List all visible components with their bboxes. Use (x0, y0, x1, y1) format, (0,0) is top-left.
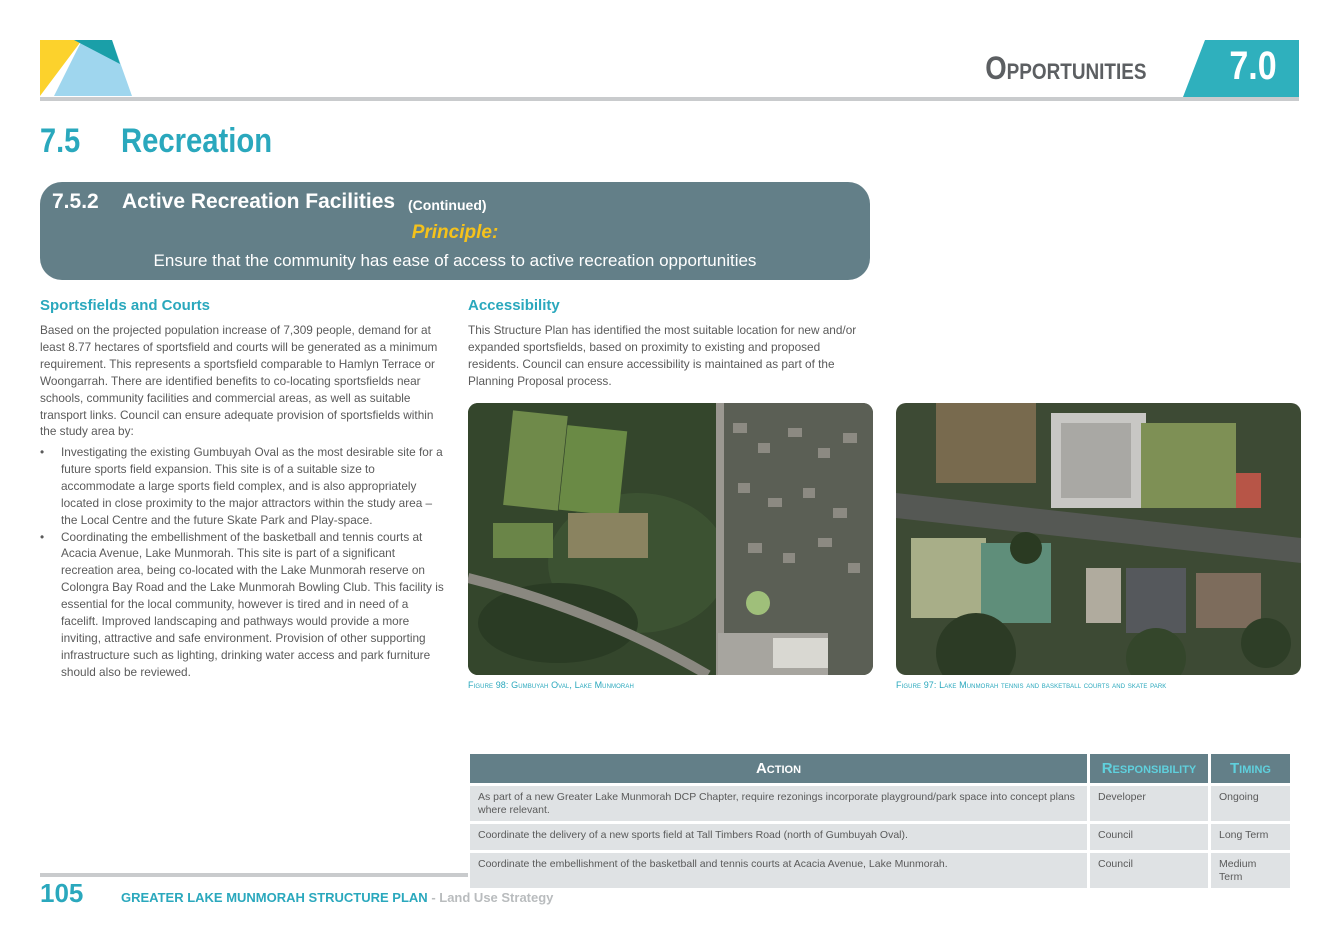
aerial-photo-courts (896, 403, 1301, 675)
principle-label: Principle: (411, 222, 499, 243)
column-header-action: Action (470, 754, 1087, 783)
footer-document-title: GREATER LAKE MUNMORAH STRUCTURE PLAN - L… (121, 890, 553, 905)
header-divider (40, 97, 1299, 101)
cell-timing: Ongoing (1211, 786, 1290, 821)
accessibility-heading: Accessibility (468, 297, 560, 314)
table-row: Coordinate the embellishment of the bask… (470, 853, 1290, 888)
principle-text: Ensure that the community has ease of ac… (153, 251, 757, 270)
section-title: Opportunities (984, 50, 1146, 86)
aerial-photo-gumbuyah-oval (468, 403, 873, 675)
list-item: Coordinating the embellishment of the ba… (40, 529, 444, 681)
cell-responsibility: Council (1090, 853, 1208, 888)
cell-action: As part of a new Greater Lake Munmorah D… (470, 786, 1087, 821)
page-heading-number: 7.5 (40, 122, 81, 160)
footer-subtitle: Land Use Strategy (439, 890, 554, 905)
cell-action: Coordinate the embellishment of the bask… (470, 853, 1087, 888)
column-header-responsibility: Responsibility (1090, 754, 1208, 783)
figure-caption: Figure 98: Gumbuyah Oval, Lake Munmorah (468, 680, 634, 690)
subsection-continued: (Continued) (408, 197, 487, 213)
table-row: Coordinate the delivery of a new sports … (470, 824, 1290, 850)
page-heading: Recreation (121, 122, 273, 160)
sportsfields-bullet-list: Investigating the existing Gumbuyah Oval… (40, 444, 444, 681)
column-header-timing: Timing (1211, 754, 1290, 783)
action-table: Action Responsibility Timing As part of … (467, 751, 1293, 891)
cell-responsibility: Developer (1090, 786, 1208, 821)
table-row: As part of a new Greater Lake Munmorah D… (470, 786, 1290, 821)
footer-title: GREATER LAKE MUNMORAH STRUCTURE PLAN (121, 890, 428, 905)
sportsfields-heading: Sportsfields and Courts (40, 297, 211, 314)
cell-responsibility: Council (1090, 824, 1208, 850)
cell-timing: Medium Term (1211, 853, 1290, 888)
figure-caption: Figure 97: Lake Munmorah tennis and bask… (896, 680, 1167, 690)
footer-separator: - (427, 890, 440, 905)
sportsfields-paragraph: Based on the projected population increa… (40, 323, 438, 439)
page-number: 105 (40, 878, 84, 908)
table-header-row: Action Responsibility Timing (470, 754, 1290, 783)
accessibility-paragraph: This Structure Plan has identified the m… (468, 323, 857, 388)
list-item: Investigating the existing Gumbuyah Oval… (40, 444, 444, 529)
subsection-number: 7.5.2 (52, 190, 99, 213)
section-number: 7.0 (1229, 44, 1277, 88)
cell-timing: Long Term (1211, 824, 1290, 850)
subsection-title: Active Recreation Facilities (122, 190, 396, 213)
cell-action: Coordinate the delivery of a new sports … (470, 824, 1087, 850)
document-logo (40, 40, 132, 96)
footer-divider (40, 873, 468, 877)
